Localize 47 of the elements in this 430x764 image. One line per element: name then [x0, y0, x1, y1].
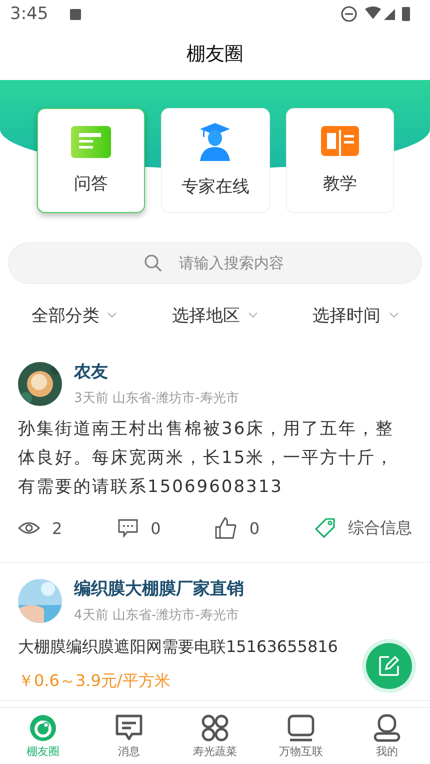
- post-text: 孙集街道南王村出售棉被36床，用了五年，整体良好。每床宽两米，长15米，一平方十斤，有需要的请联系15069608313: [18, 418, 396, 499]
- comment-icon[interactable]: [116, 518, 139, 538]
- nav-tab[interactable]: 我的: [344, 708, 430, 764]
- compose-button[interactable]: [366, 643, 412, 689]
- nav-tab[interactable]: 寿光蔬菜: [172, 708, 258, 764]
- filter-dropdown[interactable]: 选择时间: [306, 302, 405, 328]
- signal-icon: [384, 9, 395, 20]
- user-icon: [373, 714, 401, 742]
- chat-icon: [71, 126, 112, 158]
- graduate-icon: [198, 123, 232, 161]
- thumbs-up-icon[interactable]: [215, 517, 238, 539]
- author-name[interactable]: 编织膜大棚膜厂家直销: [74, 577, 244, 600]
- caret-icon: [248, 312, 258, 318]
- caret-icon: [388, 312, 399, 318]
- status-time: 3:45: [10, 4, 48, 24]
- battery-icon: [402, 7, 410, 21]
- post-tag[interactable]: 综合信息: [348, 518, 412, 538]
- category-tab[interactable]: 教学: [286, 108, 394, 213]
- caret-icon: [107, 312, 118, 318]
- eye-icon: [18, 521, 40, 535]
- post-meta: 4天前 山东省-潍坊市-寿光市: [74, 607, 240, 624]
- tag-icon: [314, 517, 336, 539]
- message-icon: [115, 714, 143, 742]
- view-count: 2: [52, 518, 62, 538]
- post-text: 大棚膜编织膜遮阳网需要电联15163655816: [18, 636, 338, 658]
- post-meta: 3天前 山东省-潍坊市-寿光市: [74, 390, 239, 407]
- filter-dropdown[interactable]: 全部分类: [25, 302, 124, 328]
- filter-dropdown[interactable]: 选择地区: [166, 302, 264, 328]
- search-icon: [144, 254, 162, 272]
- book-icon: [320, 126, 359, 158]
- author-name[interactable]: 农友: [74, 360, 239, 383]
- price: ￥0.6～3.9元/平方米: [18, 671, 172, 692]
- wifi-icon: [365, 6, 381, 19]
- grid-icon: [201, 714, 229, 742]
- category-tab[interactable]: 专家在线: [161, 108, 270, 213]
- circle-logo-icon: [29, 714, 57, 742]
- comment-count: 0: [150, 518, 161, 538]
- page-title: 棚友圈: [186, 42, 244, 67]
- notification-icon: [70, 8, 82, 20]
- nav-tab[interactable]: 万物互联: [258, 708, 344, 764]
- category-tab[interactable]: 问答: [37, 108, 146, 213]
- nav-tab[interactable]: 消息: [86, 708, 172, 764]
- edit-icon: [378, 655, 400, 677]
- like-count: 0: [249, 518, 260, 538]
- monitor-icon: [287, 714, 315, 742]
- search-field[interactable]: 请输入搜索内容: [8, 242, 422, 284]
- do-not-disturb-icon: [341, 6, 357, 22]
